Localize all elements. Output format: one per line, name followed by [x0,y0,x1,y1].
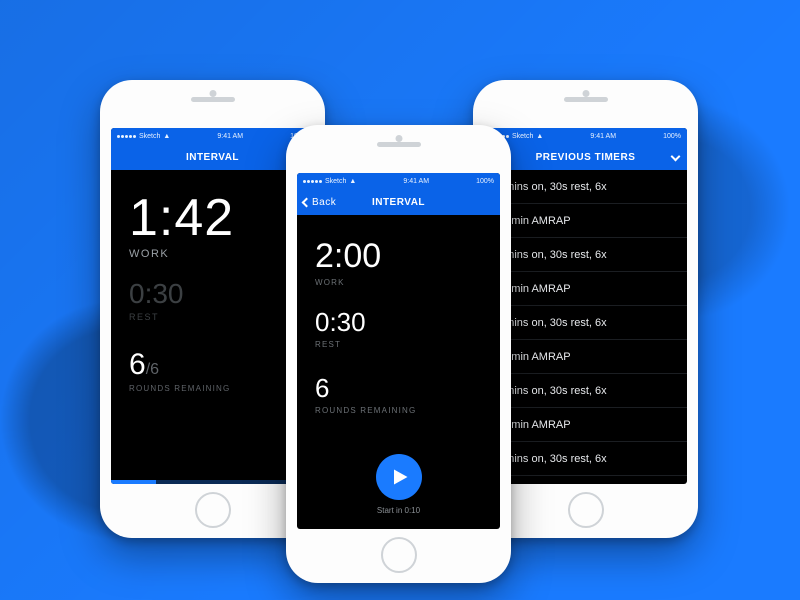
work-label: WORK [315,278,482,287]
collapse-button[interactable] [672,152,679,163]
list-item[interactable]: 20 min AMRAP [484,476,687,484]
home-button[interactable] [568,492,604,528]
list-item[interactable]: 20 min AMRAP [484,340,687,374]
nav-bar: INTERVAL [111,144,314,170]
screen-previous-timers: Sketch ▲ 9:41 AM 100% PREVIOUS TIMERS 2 … [484,128,687,484]
nav-title: PREVIOUS TIMERS [536,152,636,163]
mockup-stage: Sketch ▲ 9:41 AM 100% INTERVAL 1:42 WORK… [0,0,800,600]
carrier-label: Sketch [512,133,533,140]
rounds-remaining: 6/6 [129,348,296,382]
progress-bar [111,480,314,484]
wifi-icon: ▲ [349,178,356,185]
list-item[interactable]: 20 min AMRAP [484,408,687,442]
work-label: WORK [129,248,296,260]
battery-label: 100% [663,133,681,140]
clock-label: 9:41 AM [403,178,429,185]
list-item[interactable]: 2 mins on, 30s rest, 6x [484,442,687,476]
list-item[interactable]: 20 min AMRAP [484,204,687,238]
nav-bar: PREVIOUS TIMERS [484,144,687,170]
wifi-icon: ▲ [536,133,543,140]
start-countdown-label: Start in 0:10 [297,506,500,515]
chevron-left-icon [302,197,312,207]
list-item[interactable]: 20 min AMRAP [484,272,687,306]
screen-interval-setup: Sketch ▲ 9:41 AM 100% Back INTERVAL 2:00… [297,173,500,529]
list-item[interactable]: 2 mins on, 30s rest, 6x [484,306,687,340]
status-bar: Sketch ▲ 9:41 AM 100% [297,173,500,189]
list-item[interactable]: 2 mins on, 30s rest, 6x [484,374,687,408]
home-button[interactable] [195,492,231,528]
phone-center: Sketch ▲ 9:41 AM 100% Back INTERVAL 2:00… [286,125,511,583]
back-label: Back [312,197,336,208]
rest-time[interactable]: 0:30 [315,307,482,338]
rounds-label: ROUNDS REMAINING [129,384,296,393]
list-item[interactable]: 2 mins on, 30s rest, 6x [484,170,687,204]
play-icon [391,468,409,486]
nav-bar: Back INTERVAL [297,189,500,215]
work-time: 1:42 [129,192,296,244]
clock-label: 9:41 AM [590,133,616,140]
screen-interval-running: Sketch ▲ 9:41 AM 100% INTERVAL 1:42 WORK… [111,128,314,484]
status-bar: Sketch ▲ 9:41 AM 100% [484,128,687,144]
rounds-label: ROUNDS REMAINING [315,406,482,415]
clock-label: 9:41 AM [217,133,243,140]
wifi-icon: ▲ [163,133,170,140]
home-button[interactable] [381,537,417,573]
status-bar: Sketch ▲ 9:41 AM 100% [111,128,314,144]
battery-label: 100% [476,178,494,185]
rest-label: REST [129,312,296,322]
rest-label: REST [315,340,482,349]
nav-title: INTERVAL [372,197,425,208]
play-button[interactable] [376,454,422,500]
rest-time: 0:30 [129,278,296,310]
carrier-label: Sketch [325,178,346,185]
back-button[interactable]: Back [303,197,336,208]
nav-title: INTERVAL [186,152,239,163]
carrier-label: Sketch [139,133,160,140]
work-time[interactable]: 2:00 [315,237,482,276]
rounds-value[interactable]: 6 [315,373,482,404]
list-item[interactable]: 2 mins on, 30s rest, 6x [484,238,687,272]
previous-timers-list[interactable]: 2 mins on, 30s rest, 6x20 min AMRAP2 min… [484,170,687,484]
chevron-down-icon [671,151,681,161]
